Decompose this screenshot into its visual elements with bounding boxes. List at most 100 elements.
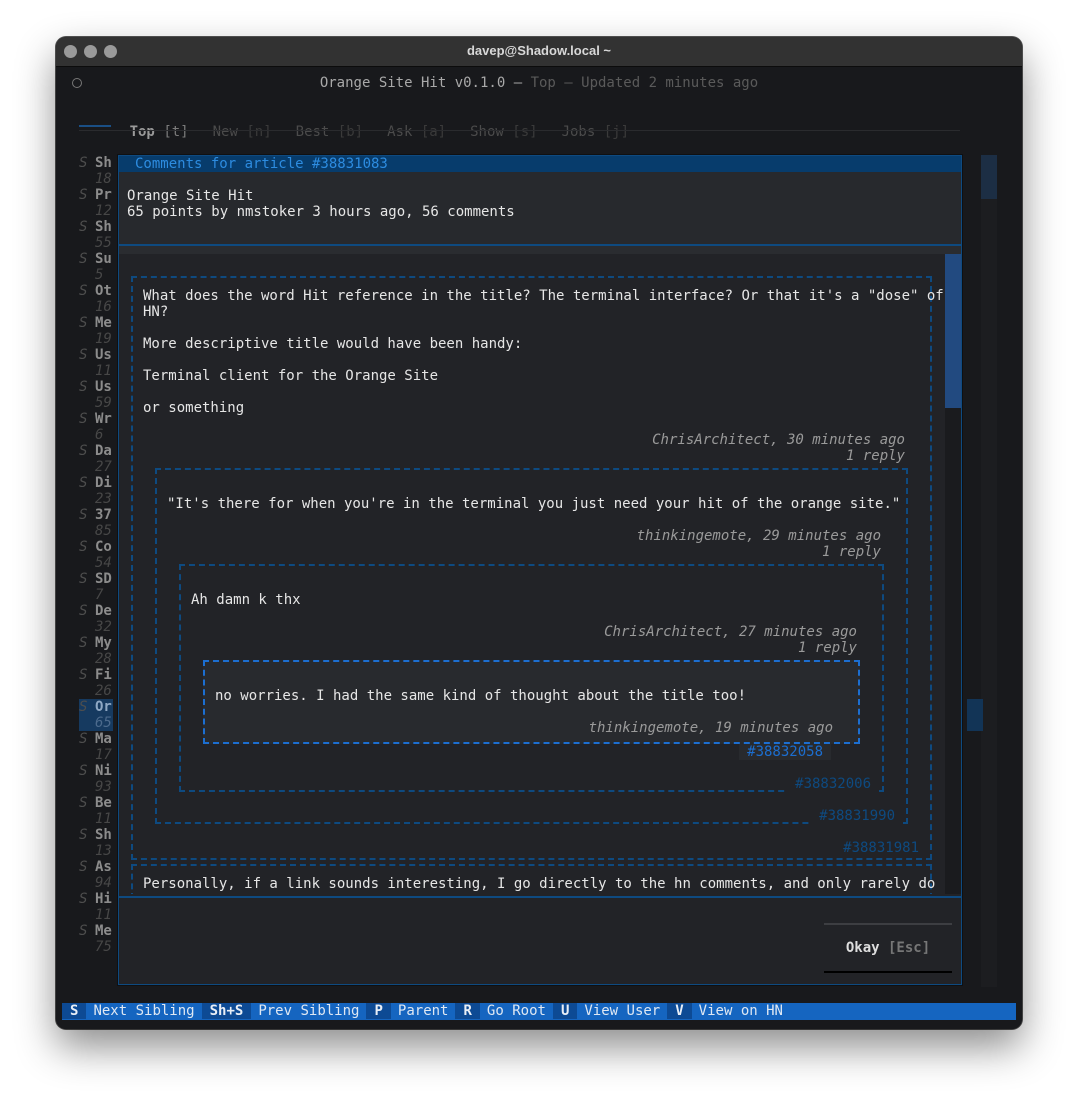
comment-byline[interactable]: thinkingemote, 19 minutes ago [433, 720, 833, 736]
footer-key-parent[interactable]: P [366, 1003, 391, 1019]
story-marker: S [79, 891, 88, 907]
story-marker: S [79, 507, 88, 523]
story-item[interactable]: S Ni 93 [79, 763, 119, 795]
story-item[interactable]: S Ma 17 [79, 731, 119, 763]
comment-line [143, 320, 944, 336]
story-item[interactable]: S Be 11 [79, 795, 119, 827]
tab-show[interactable]: Show [s] [470, 124, 537, 140]
story-title: Di [95, 475, 112, 491]
story-item[interactable]: S Ot 16 [79, 283, 119, 315]
story-marker: S [79, 571, 88, 587]
story-marker: S [79, 827, 88, 843]
window-title: davep@Shadow.local ~ [466, 43, 612, 58]
story-marker: S [79, 667, 88, 683]
story-item[interactable]: S Sh 13 [79, 827, 119, 859]
story-marker: S [79, 699, 88, 715]
story-title: Ma [95, 731, 112, 747]
footer-action-parent[interactable]: Parent [391, 1003, 456, 1019]
story-marker: S [79, 219, 88, 235]
comment-id[interactable]: #38831981 [835, 840, 927, 856]
comment-replies[interactable]: 1 reply [457, 640, 857, 656]
comment-text: Personally, if a link sounds interesting… [143, 876, 945, 892]
footer-action-view-on-hn[interactable]: View on HN [692, 1003, 790, 1019]
story-title: As [95, 859, 112, 875]
story-list[interactable]: S Sh 18 S Pr 12 S Sh 55 S Su 5 S Ot 16 S Me 19 S Us 11 S Us 59 S… [79, 155, 119, 955]
comment-tree[interactable]: What does the word Hit reference in the … [119, 254, 945, 894]
tab-ask[interactable]: Ask [a] [387, 124, 446, 140]
story-item[interactable]: S Fi 26 [79, 667, 119, 699]
story-points: 55 [95, 235, 112, 251]
tab-top[interactable]: Top [t] [130, 124, 189, 140]
footer-key-prev-sibling[interactable]: Sh+S [201, 1003, 252, 1019]
story-points: 12 [95, 203, 112, 219]
story-marker: S [79, 923, 88, 939]
story-title: Pr [95, 187, 112, 203]
story-title: Ni [95, 763, 112, 779]
story-points: 54 [95, 555, 112, 571]
footer-key-go-root[interactable]: R [455, 1003, 480, 1019]
dialog-title: Comments for article #38831083 [119, 156, 961, 172]
comments-scrollbar-thumb[interactable] [945, 254, 961, 408]
story-points: 32 [95, 619, 112, 635]
story-list-selection-marker [967, 699, 983, 731]
story-item[interactable]: S De 32 [79, 603, 119, 635]
footer-action-next-sibling[interactable]: Next Sibling [86, 1003, 201, 1019]
story-marker: S [79, 315, 88, 331]
footer-action-view-user[interactable]: View User [577, 1003, 667, 1019]
comment-byline[interactable]: ChrisArchitect, 27 minutes ago [457, 624, 857, 640]
story-marker: S [79, 251, 88, 267]
comment-id[interactable]: #38832006 [787, 776, 879, 792]
footer-key-view-on-hn[interactable]: V [667, 1003, 692, 1019]
story-item[interactable]: S Wr 6 [79, 411, 119, 443]
story-item[interactable]: S Pr 12 [79, 187, 119, 219]
story-marker: S [79, 795, 88, 811]
comment-line: What does the word Hit reference in the … [143, 288, 944, 304]
comment-id[interactable]: #38831990 [811, 808, 903, 824]
story-title: Fi [95, 667, 112, 683]
terminal-window: davep@Shadow.local ~ Orange Site Hit v0.… [56, 37, 1022, 1029]
story-title: 37 [95, 507, 112, 523]
comment-id[interactable]: #38832058 [739, 744, 831, 760]
story-list-scrollbar-thumb[interactable] [981, 155, 997, 199]
story-marker: S [79, 347, 88, 363]
footer-key-view-user[interactable]: U [552, 1003, 578, 1019]
story-title: Me [95, 923, 112, 939]
footer-key-next-sibling[interactable]: S [62, 1003, 87, 1019]
story-item[interactable]: S Hi 11 [79, 891, 119, 923]
story-item[interactable]: S SD 7 [79, 571, 119, 603]
app-name: Orange Site Hit v0.1.0 [319, 75, 506, 91]
story-marker: S [79, 603, 88, 619]
app-section: Top [530, 75, 556, 91]
story-item[interactable]: S Or 65 [79, 699, 113, 731]
story-item[interactable]: S 37 85 [79, 507, 119, 539]
story-list-scrollbar[interactable] [981, 155, 997, 987]
story-title: Us [95, 379, 112, 395]
comment-byline[interactable]: ChrisArchitect, 30 minutes ago [505, 432, 905, 448]
story-item[interactable]: S Da 27 [79, 443, 119, 475]
okay-button[interactable]: Okay [Esc] [824, 923, 952, 973]
comment-text: "It's there for when you're in the termi… [167, 496, 901, 512]
comment-replies[interactable]: 1 reply [505, 448, 905, 464]
story-item[interactable]: S Me 19 [79, 315, 119, 347]
tab-new[interactable]: New [n] [213, 124, 272, 140]
tab-jobs[interactable]: Jobs [j] [562, 124, 629, 140]
story-item[interactable]: S Us 59 [79, 379, 119, 411]
story-item[interactable]: S Sh 18 [79, 155, 119, 187]
comment-byline[interactable]: thinkingemote, 29 minutes ago [481, 528, 881, 544]
story-item[interactable]: S Sh 55 [79, 219, 119, 251]
story-item[interactable]: S My 28 [79, 635, 119, 667]
story-item[interactable]: S Su 5 [79, 251, 119, 283]
story-points: 26 [95, 683, 112, 699]
story-item[interactable]: S Di 23 [79, 475, 119, 507]
story-item[interactable]: S Co 54 [79, 539, 119, 571]
story-item[interactable]: S Me 75 [79, 923, 119, 955]
story-points: 65 [95, 715, 112, 731]
story-points: 93 [95, 779, 112, 795]
story-points: 59 [95, 395, 112, 411]
footer-action-prev-sibling[interactable]: Prev Sibling [251, 1003, 366, 1019]
story-item[interactable]: S As 94 [79, 859, 119, 891]
footer-action-go-root[interactable]: Go Root [480, 1003, 553, 1019]
tab-best[interactable]: Best [b] [296, 124, 363, 140]
story-item[interactable]: S Us 11 [79, 347, 119, 379]
comment-replies[interactable]: 1 reply [481, 544, 881, 560]
